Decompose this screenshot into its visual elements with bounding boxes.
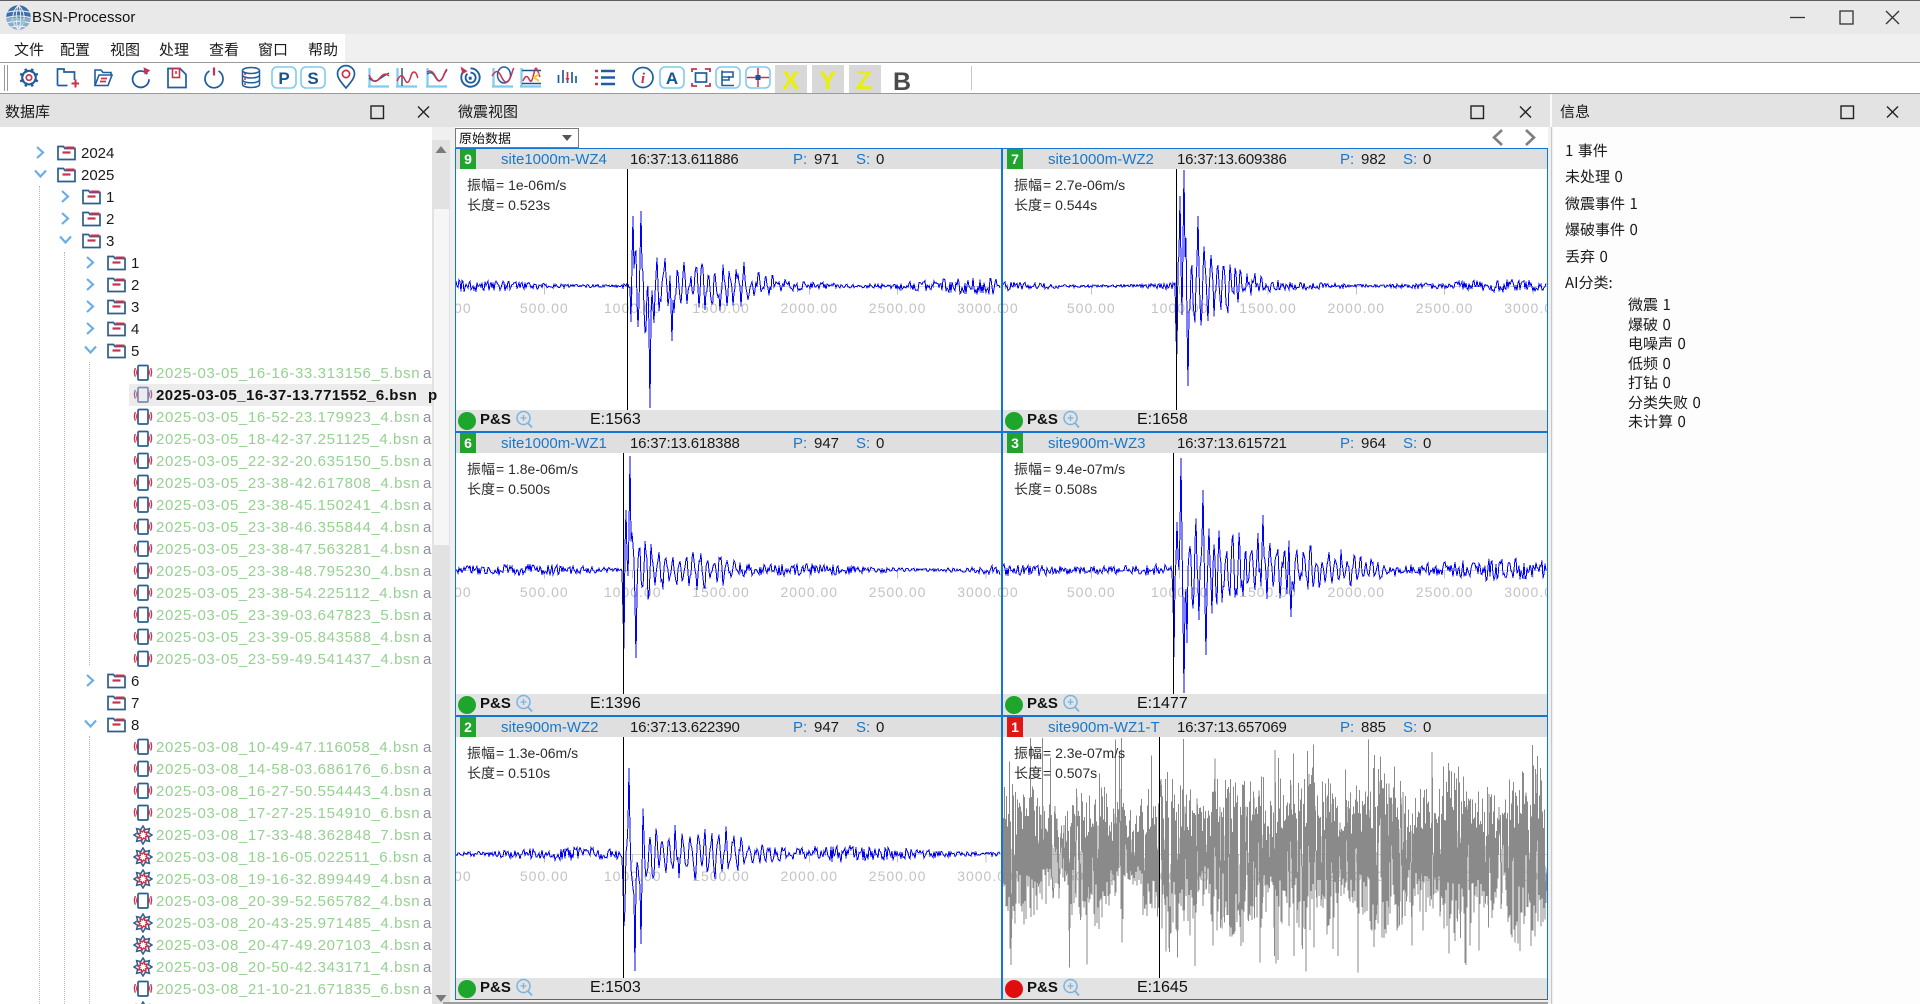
svg-text:500.00: 500.00 [1067, 584, 1116, 600]
svg-text:500.00: 500.00 [1067, 300, 1116, 316]
svg-text:2500.00: 2500.00 [1416, 300, 1474, 316]
svg-text:500.00: 500.00 [520, 868, 569, 884]
svg-text:500.00: 500.00 [520, 584, 569, 600]
svg-text:2500.00: 2500.00 [869, 584, 927, 600]
svg-text:1500.00: 1500.00 [692, 584, 750, 600]
svg-text:1500.00: 1500.00 [692, 868, 750, 884]
svg-text:0.00: 0.00 [456, 584, 472, 600]
svg-text:0.00: 0.00 [1003, 300, 1019, 316]
svg-text:0.00: 0.00 [1003, 584, 1019, 600]
svg-text:1000.00: 1000.00 [604, 584, 662, 600]
svg-text:3000.00: 3000.00 [957, 584, 1001, 600]
svg-text:2500.00: 2500.00 [869, 300, 927, 316]
svg-text:S: S [307, 69, 318, 88]
svg-text:0.00: 0.00 [456, 300, 472, 316]
svg-text:A: A [666, 69, 678, 88]
svg-text:2000.00: 2000.00 [780, 584, 838, 600]
svg-text:i: i [641, 71, 646, 87]
svg-text:0.00: 0.00 [456, 868, 472, 884]
svg-text:2000.00: 2000.00 [780, 300, 838, 316]
svg-text:2500.00: 2500.00 [1416, 584, 1474, 600]
svg-text:1500.00: 1500.00 [1239, 584, 1297, 600]
svg-text:500.00: 500.00 [520, 300, 569, 316]
svg-text:2000.00: 2000.00 [1327, 584, 1385, 600]
svg-text:3000.00: 3000.00 [957, 868, 1001, 884]
svg-text:P: P [278, 69, 289, 88]
svg-text:2500.00: 2500.00 [869, 868, 927, 884]
svg-text:2000.00: 2000.00 [780, 868, 838, 884]
svg-text:3000.00: 3000.00 [1504, 300, 1547, 316]
svg-text:3000.00: 3000.00 [957, 300, 1001, 316]
svg-text:1500.00: 1500.00 [1239, 300, 1297, 316]
svg-text:3000.00: 3000.00 [1504, 584, 1547, 600]
svg-text:2000.00: 2000.00 [1327, 300, 1385, 316]
